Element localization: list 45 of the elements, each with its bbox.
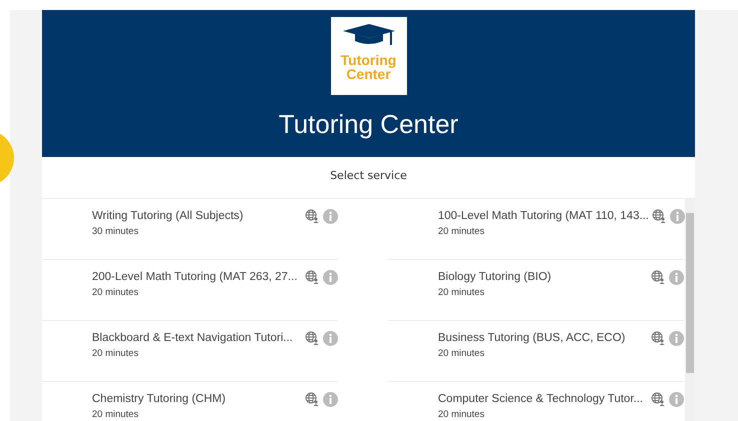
info-icon[interactable] (323, 270, 338, 285)
service-name: Writing Tutoring (All Subjects) (92, 209, 244, 223)
service-item[interactable]: Chemistry Tutoring (CHM) 20 minutes (42, 382, 338, 421)
service-item[interactable]: Business Tutoring (BUS, ACC, ECO) 20 minutes (388, 321, 684, 382)
service-item[interactable]: 200-Level Math Tutoring (MAT 263, 27... 20 minutes (42, 260, 338, 321)
info-icon[interactable] (323, 331, 338, 346)
service-duration: 20 minutes (438, 348, 486, 359)
globe-icon (305, 392, 319, 406)
service-duration: 20 minutes (438, 226, 486, 237)
service-name: Business Tutoring (BUS, ACC, ECO) (438, 331, 626, 345)
info-icon[interactable] (669, 270, 684, 285)
service-item[interactable]: 100-Level Math Tutoring (MAT 110, 143... 20 minutes (388, 199, 684, 260)
info-icon[interactable] (670, 209, 685, 224)
scrollbar[interactable] (685, 199, 695, 421)
service-duration: 20 minutes (92, 287, 140, 298)
info-icon[interactable] (669, 392, 684, 407)
service-item[interactable]: Writing Tutoring (All Subjects) 30 minutes (42, 199, 338, 260)
service-duration: 20 minutes (438, 287, 486, 298)
globe-icon (305, 270, 319, 284)
service-name: 100-Level Math Tutoring (MAT 110, 143... (438, 209, 649, 223)
info-icon[interactable] (323, 392, 338, 407)
info-icon[interactable] (323, 209, 338, 224)
logo-text: Tutoring (340, 53, 396, 67)
service-item[interactable]: Blackboard & E-text Navigation Tutori... 20 minutes (42, 321, 338, 382)
section-title: Select service (42, 157, 695, 199)
service-name: Computer Science & Technology Tutor... (438, 392, 644, 406)
service-item[interactable]: Biology Tutoring (BIO) 20 minutes (388, 260, 684, 321)
service-item[interactable]: Computer Science & Technology Tutor... 20 minutes (388, 382, 684, 421)
service-duration: 20 minutes (92, 348, 140, 359)
globe-icon (305, 331, 319, 345)
globe-icon (651, 331, 665, 345)
service-name: Biology Tutoring (BIO) (438, 270, 552, 284)
service-name: 200-Level Math Tutoring (MAT 263, 27... (92, 270, 298, 284)
globe-icon (651, 392, 665, 406)
info-icon[interactable] (669, 331, 684, 346)
logo-text: Center (346, 67, 391, 81)
globe-icon (651, 270, 665, 284)
page-title: Tutoring Center (278, 108, 458, 141)
service-name: Blackboard & E-text Navigation Tutori... (92, 331, 294, 345)
globe-icon (652, 209, 666, 223)
service-name: Chemistry Tutoring (CHM) (92, 392, 227, 406)
service-duration: 20 minutes (92, 409, 140, 420)
service-duration: 30 minutes (92, 226, 140, 237)
globe-icon (305, 209, 319, 223)
service-duration: 20 minutes (438, 409, 486, 420)
